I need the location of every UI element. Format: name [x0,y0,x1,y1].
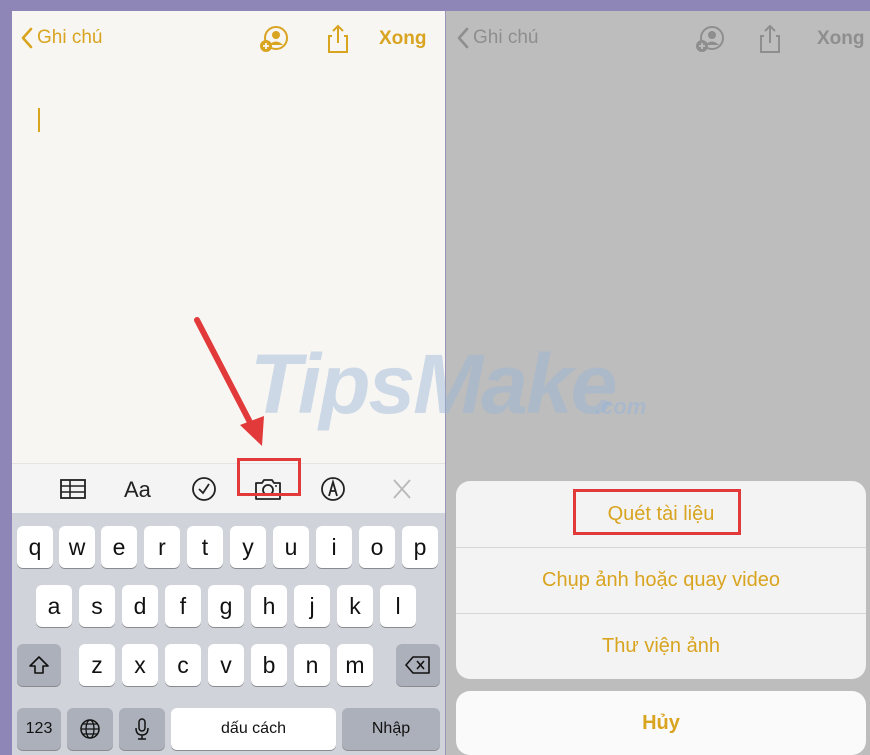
cancel-button[interactable]: Hủy [456,691,866,755]
close-icon[interactable] [387,475,417,503]
nav-bar-dimmed: Ghi chú Xong [446,11,870,69]
numbers-key[interactable]: 123 [17,708,61,750]
camera-highlight-box [237,458,301,496]
back-label: Ghi chú [473,27,539,48]
chevron-left-icon [457,27,469,49]
add-people-icon[interactable] [258,23,290,55]
key-i[interactable]: i [316,526,352,568]
key-g[interactable]: g [208,585,244,627]
keyboard: q w e r t y u i o p a s d f g h j k l z … [12,513,445,755]
back-button[interactable]: Ghi chú [20,27,102,49]
key-q[interactable]: q [17,526,53,568]
take-photo-or-video-option[interactable]: Chụp ảnh hoặc quay video [456,547,866,613]
key-z[interactable]: z [79,644,115,686]
key-r[interactable]: r [144,526,180,568]
key-e[interactable]: e [101,526,137,568]
done-button-dimmed: Xong [817,28,865,49]
key-f[interactable]: f [165,585,201,627]
nav-bar: Ghi chú Xong [12,11,445,69]
done-button[interactable]: Xong [379,28,427,50]
key-h[interactable]: h [251,585,287,627]
notes-editor-screen: Ghi chú Xong Aa q w e r t y u i o p a s … [12,11,445,755]
scan-option-highlight [573,489,741,535]
share-icon [760,24,780,53]
key-p[interactable]: p [402,526,438,568]
chevron-left-icon [21,27,33,49]
key-s[interactable]: s [79,585,115,627]
key-c[interactable]: c [165,644,201,686]
key-w[interactable]: w [59,526,95,568]
shift-key[interactable] [17,644,61,686]
key-d[interactable]: d [122,585,158,627]
key-v[interactable]: v [208,644,244,686]
key-t[interactable]: t [187,526,223,568]
share-icon[interactable] [322,23,354,55]
key-x[interactable]: x [122,644,158,686]
add-people-icon [696,26,724,52]
markup-icon[interactable] [318,475,348,503]
back-label: Ghi chú [37,27,103,48]
delete-key[interactable] [396,644,440,686]
photo-library-option[interactable]: Thư viện ảnh [456,613,866,679]
key-y[interactable]: y [230,526,266,568]
key-a[interactable]: a [36,585,72,627]
key-b[interactable]: b [251,644,287,686]
space-key[interactable]: dấu cách [171,708,336,750]
globe-icon [80,719,100,739]
back-button-dimmed: Ghi chú [456,27,538,49]
format-toolbar: Aa [12,463,445,513]
key-u[interactable]: u [273,526,309,568]
globe-key[interactable] [67,708,113,750]
format-button[interactable]: Aa [124,477,151,503]
camera-options-screen: Ghi chú Xong Quét tài liệu Chụp ảnh hoặc… [446,11,870,755]
key-j[interactable]: j [294,585,330,627]
key-o[interactable]: o [359,526,395,568]
key-n[interactable]: n [294,644,330,686]
backspace-icon [405,656,430,674]
shift-icon [29,656,49,674]
key-k[interactable]: k [337,585,373,627]
dictation-key[interactable] [119,708,165,750]
key-l[interactable]: l [380,585,416,627]
table-icon[interactable] [58,475,88,503]
microphone-icon [135,718,149,740]
checklist-icon[interactable] [189,475,219,503]
key-m[interactable]: m [337,644,373,686]
return-key[interactable]: Nhập [342,708,440,750]
text-cursor [38,108,40,132]
